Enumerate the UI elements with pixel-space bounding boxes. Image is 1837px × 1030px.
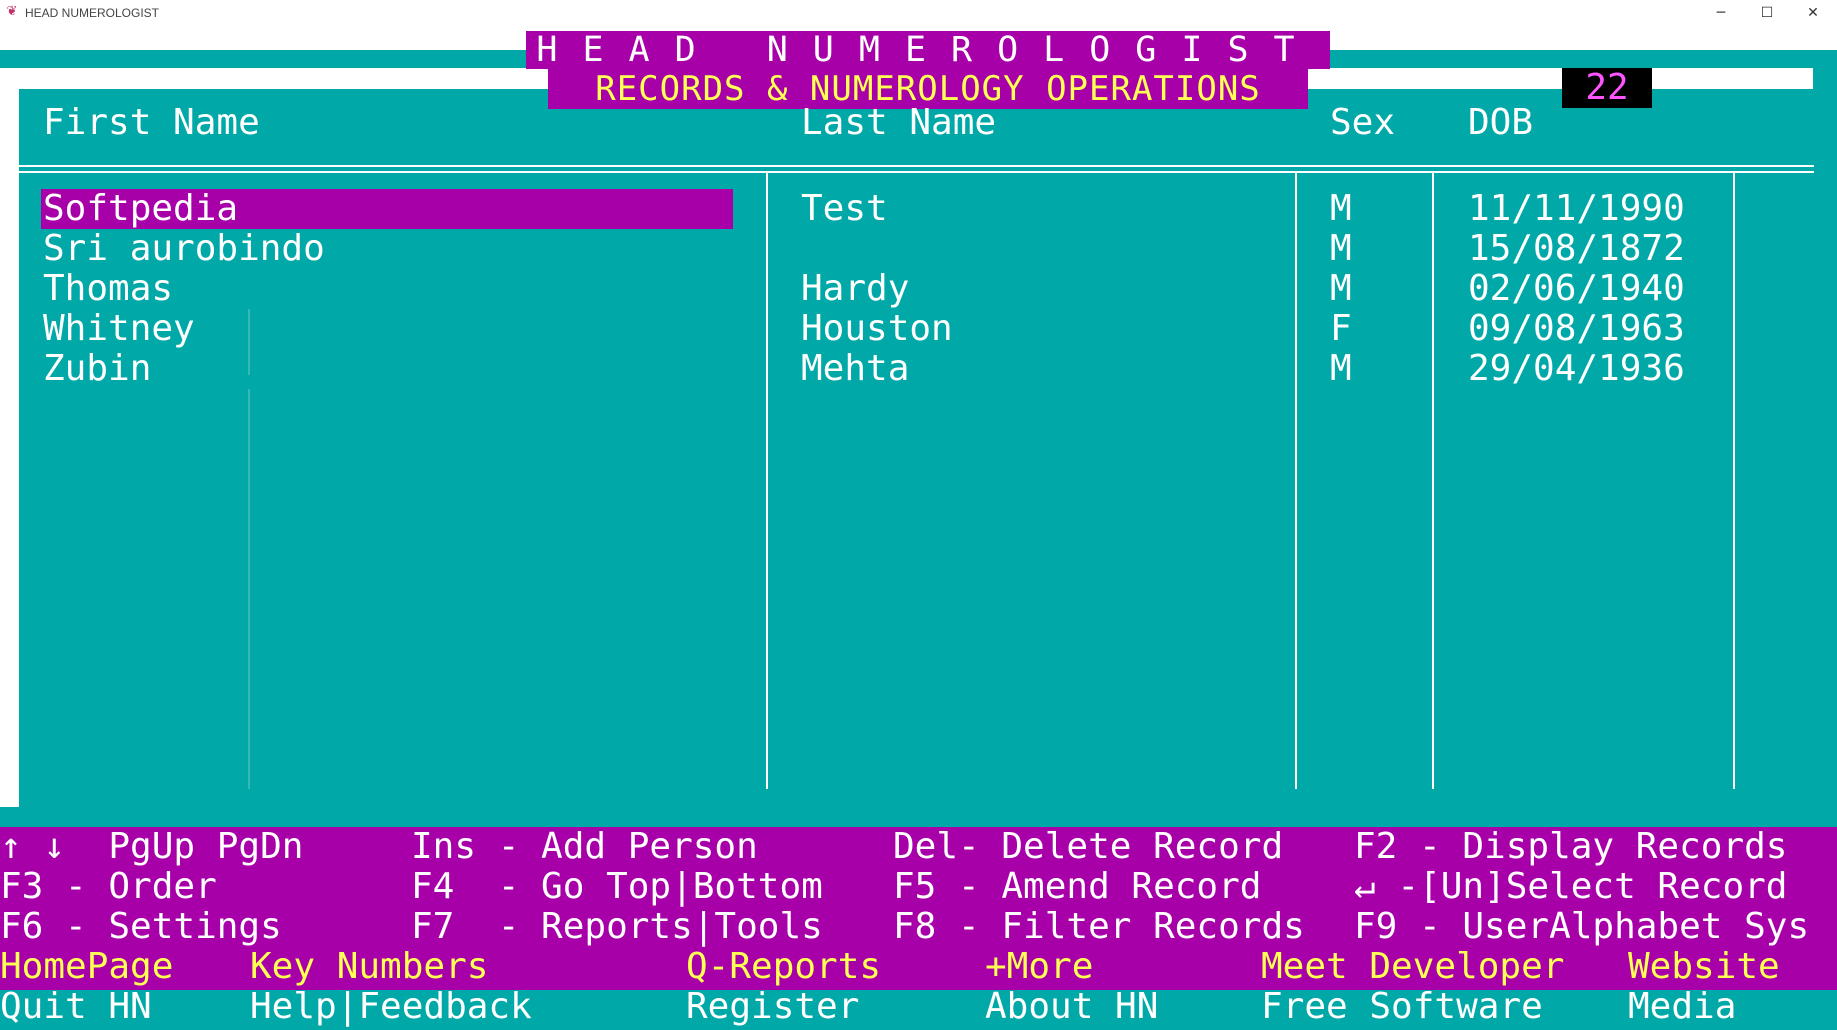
cell-last-name: Test xyxy=(801,188,888,229)
close-button[interactable]: ✕ xyxy=(1790,0,1836,27)
column-divider xyxy=(1295,172,1297,789)
key-user-alphabet[interactable]: F9 - UserAlphabet Sys xyxy=(1354,907,1809,947)
status-band xyxy=(0,807,1837,827)
key-delete-record[interactable]: Del- Delete Record xyxy=(893,827,1283,867)
maximize-button[interactable]: ☐ xyxy=(1744,0,1790,27)
key-navigate[interactable]: ↑ ↓ PgUp PgDn xyxy=(0,827,303,867)
link-about[interactable]: About HN xyxy=(985,987,1158,1027)
cell-sex: M xyxy=(1330,348,1352,389)
cell-dob: 15/08/1872 xyxy=(1468,228,1685,269)
column-header-dob[interactable]: DOB xyxy=(1468,102,1533,144)
cell-dob: 11/11/1990 xyxy=(1468,188,1685,229)
link-free-software[interactable]: Free Software xyxy=(1261,987,1543,1027)
column-header-first-name[interactable]: First Name xyxy=(43,102,260,144)
header-divider-bottom xyxy=(19,171,1814,173)
console-screen: HEAD NUMEROLOGIST RECORDS & NUMEROLOGY O… xyxy=(0,27,1837,1030)
column-divider xyxy=(766,172,768,789)
header-divider-top xyxy=(19,165,1814,167)
cell-last-name: Hardy xyxy=(801,268,910,309)
link-register[interactable]: Register xyxy=(686,987,859,1027)
key-settings[interactable]: F6 - Settings xyxy=(0,907,282,947)
key-display-records[interactable]: F2 - Display Records xyxy=(1354,827,1787,867)
cell-sex: F xyxy=(1330,308,1352,349)
minimize-button[interactable]: ─ xyxy=(1698,0,1744,27)
cell-last-name: Mehta xyxy=(801,348,910,389)
link-quit[interactable]: Quit HN xyxy=(0,987,152,1027)
window-titlebar: ❦ HEAD NUMEROLOGIST ─ ☐ ✕ xyxy=(0,0,1837,27)
cell-dob: 02/06/1940 xyxy=(1468,268,1685,309)
cell-first-name: Zubin xyxy=(43,348,152,389)
key-select-record[interactable]: ↵ -[Un]Select Record xyxy=(1354,867,1787,907)
cell-first-name: Sri aurobindo xyxy=(43,228,325,269)
cell-dob: 09/08/1963 xyxy=(1468,308,1685,349)
cell-sex: M xyxy=(1330,268,1352,309)
link-homepage[interactable]: HomePage xyxy=(0,947,173,987)
cell-first-name: Thomas xyxy=(43,268,174,309)
app-heading: HEAD NUMEROLOGIST xyxy=(526,31,1330,69)
key-add-person[interactable]: Ins - Add Person xyxy=(411,827,758,867)
column-divider xyxy=(1432,172,1434,789)
link-more[interactable]: +More xyxy=(985,947,1093,987)
cell-dob: 29/04/1936 xyxy=(1468,348,1685,389)
cell-sex: M xyxy=(1330,228,1352,269)
column-divider-faint xyxy=(248,309,250,375)
link-q-reports[interactable]: Q-Reports xyxy=(686,947,881,987)
link-website[interactable]: Website xyxy=(1628,947,1780,987)
key-filter-records[interactable]: F8 - Filter Records xyxy=(893,907,1305,947)
column-header-last-name[interactable]: Last Name xyxy=(801,102,996,144)
column-header-sex[interactable]: Sex xyxy=(1330,102,1395,144)
window-title: HEAD NUMEROLOGIST xyxy=(25,6,160,20)
key-amend-record[interactable]: F5 - Amend Record xyxy=(893,867,1261,907)
key-order[interactable]: F3 - Order xyxy=(0,867,217,907)
cell-last-name: Houston xyxy=(801,308,953,349)
right-strip xyxy=(1813,62,1837,827)
cell-first-name: Softpedia xyxy=(43,188,239,229)
key-go-top-bottom[interactable]: F4 - Go Top|Bottom xyxy=(411,867,823,907)
cell-first-name: Whitney xyxy=(43,308,195,349)
cell-sex: M xyxy=(1330,188,1352,229)
column-divider-faint xyxy=(248,389,250,789)
link-help-feedback[interactable]: Help|Feedback xyxy=(250,987,532,1027)
app-icon: ❦ xyxy=(6,4,18,19)
link-key-numbers[interactable]: Key Numbers xyxy=(250,947,488,987)
key-reports-tools[interactable]: F7 - Reports|Tools xyxy=(411,907,823,947)
column-divider xyxy=(1733,172,1735,789)
link-media[interactable]: Media xyxy=(1628,987,1736,1027)
link-meet-developer[interactable]: Meet Developer xyxy=(1261,947,1564,987)
record-counter: 22 xyxy=(1562,68,1652,108)
